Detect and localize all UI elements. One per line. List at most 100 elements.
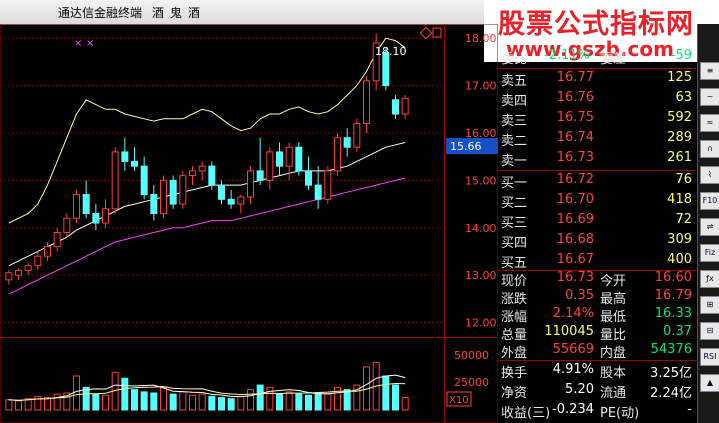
stat-row: 总量 110045 量比 0.37 bbox=[498, 324, 696, 344]
high-price-label: 18.10 bbox=[375, 45, 407, 58]
stat-value: 16.60 bbox=[654, 270, 692, 285]
asks-price: 16.77 bbox=[556, 70, 594, 85]
candle-body bbox=[256, 170, 264, 181]
ma-mid-line bbox=[8, 142, 406, 267]
volume-bar bbox=[198, 393, 206, 411]
candle-body bbox=[63, 217, 71, 233]
candle-body bbox=[208, 165, 216, 186]
volume-bar bbox=[150, 392, 158, 411]
weibi-value: -2.11% bbox=[544, 48, 590, 63]
stat-label: 涨幅 bbox=[501, 310, 528, 325]
toolbar-button[interactable]: ⌇ bbox=[700, 166, 719, 184]
toolbar-button[interactable]: ~ bbox=[700, 88, 719, 106]
candle-body bbox=[189, 170, 196, 177]
price-tick: 18.00 bbox=[465, 32, 497, 45]
toolbar-button[interactable]: RSI bbox=[700, 348, 719, 366]
asks-row: 卖二 16.74 289 bbox=[498, 130, 696, 150]
chart-frame bbox=[0, 24, 498, 423]
stat-label: 今开 bbox=[600, 274, 627, 289]
candle-body bbox=[198, 165, 206, 172]
stat-label: 量比 bbox=[600, 328, 627, 343]
toolbar-button[interactable]: ⇌ bbox=[700, 218, 719, 236]
candle-body bbox=[343, 137, 351, 148]
bids-label: 买五 bbox=[501, 256, 528, 271]
volume-bar bbox=[382, 375, 390, 411]
candle-body bbox=[401, 97, 409, 115]
asks-price: 16.74 bbox=[556, 130, 594, 145]
stat-row: 外盘 55669 内盘 54376 bbox=[498, 342, 696, 362]
asks-volume: 289 bbox=[667, 130, 692, 145]
stat-row: 现价 16.73 今开 16.60 bbox=[498, 270, 696, 290]
kline-chart[interactable]: 18.0017.0016.0015.0014.0013.0012.00 × × … bbox=[0, 24, 498, 423]
volume-bar bbox=[208, 395, 216, 411]
bids-row: 买二 16.70 418 bbox=[498, 192, 696, 212]
candle-body bbox=[324, 170, 332, 200]
toolbar-button[interactable]: ≡ bbox=[700, 62, 719, 80]
candle-body bbox=[121, 151, 129, 162]
diamond-icon[interactable] bbox=[419, 26, 433, 40]
right-toolbar: ≡ ~ ≈ ∩ ⌇ F10 ⇌ Fiz ƒx ⊞ ⊟ RSI ▲ bbox=[697, 24, 719, 423]
candle-body bbox=[285, 146, 293, 167]
price-tick: 17.00 bbox=[465, 80, 497, 93]
quote-panel: 委比 -2.11% 委差 -59 卖五 16.77 125 卖四 16.76 63 卖三 16… bbox=[498, 48, 696, 423]
toolbar-button[interactable]: ⊟ bbox=[700, 322, 719, 340]
bids-row: 买五 16.67 400 bbox=[498, 252, 696, 272]
candle-body bbox=[227, 198, 235, 205]
toolbar-button[interactable]: F10 bbox=[700, 192, 719, 210]
volume-bar bbox=[218, 397, 225, 411]
app-title: 通达信金融终端 bbox=[58, 6, 143, 20]
candle-body bbox=[92, 213, 100, 224]
stat-row: 涨跌 0.35 最高 16.79 bbox=[498, 288, 696, 308]
stat-label: 现价 bbox=[501, 274, 528, 289]
asks-label: 卖五 bbox=[501, 74, 528, 89]
candle-body bbox=[247, 170, 254, 198]
volume-bar bbox=[15, 400, 22, 411]
volume-bar bbox=[140, 391, 148, 411]
bids-label: 买二 bbox=[501, 196, 528, 211]
toolbar-button[interactable]: ≈ bbox=[700, 114, 719, 132]
current-price-tag: 15.66 bbox=[446, 138, 498, 154]
stat-value: 0.37 bbox=[663, 324, 692, 339]
stat-value: 55669 bbox=[552, 342, 594, 357]
candle-body bbox=[160, 179, 167, 215]
candle-body bbox=[34, 255, 42, 267]
toolbar-button[interactable]: ƒx bbox=[700, 270, 719, 288]
volume-bar bbox=[73, 375, 80, 411]
candle-body bbox=[73, 194, 80, 219]
candle-body bbox=[44, 246, 51, 257]
asks-row: 卖三 16.75 592 bbox=[498, 110, 696, 130]
candle-body bbox=[131, 160, 138, 167]
volume-bar bbox=[256, 384, 264, 411]
price-tick: 13.00 bbox=[465, 269, 497, 282]
fundamental-label: 换手 bbox=[501, 366, 528, 381]
marker-x: × bbox=[86, 38, 94, 49]
candle-body bbox=[266, 151, 274, 181]
candle-body bbox=[295, 146, 303, 172]
volume-bar bbox=[247, 389, 254, 411]
toolbar-button[interactable]: ∩ bbox=[700, 140, 719, 158]
asks-label: 卖四 bbox=[501, 94, 528, 109]
fundamental-label: 净资 bbox=[501, 386, 528, 401]
bids-volume: 76 bbox=[675, 172, 692, 187]
window-box-icon[interactable] bbox=[432, 27, 442, 38]
volume-unit: X10 bbox=[449, 395, 469, 406]
candle-body bbox=[150, 194, 158, 215]
fundamental-row: 收益(三) -0.234 PE(动) - bbox=[498, 402, 696, 422]
toolbar-button[interactable]: Fiz bbox=[700, 244, 719, 262]
toolbar-button[interactable]: ▲ bbox=[700, 374, 719, 392]
stat-label: 总量 bbox=[501, 328, 528, 343]
volume-bar bbox=[92, 393, 100, 411]
volume-bars bbox=[5, 361, 409, 411]
volume-bar bbox=[102, 394, 109, 411]
asks-row: 卖一 16.73 261 bbox=[498, 150, 696, 170]
bids-price: 16.70 bbox=[556, 192, 594, 207]
candle-body bbox=[218, 184, 225, 200]
toolbar-button[interactable]: ⊞ bbox=[700, 296, 719, 314]
moving-averages bbox=[8, 37, 406, 295]
volume-bar bbox=[392, 384, 399, 411]
candle-body bbox=[24, 265, 32, 271]
candle-body bbox=[53, 231, 61, 248]
volume-bar bbox=[285, 391, 293, 411]
fundamental-value: 5.20 bbox=[565, 382, 594, 397]
bids-label: 买四 bbox=[501, 236, 528, 251]
